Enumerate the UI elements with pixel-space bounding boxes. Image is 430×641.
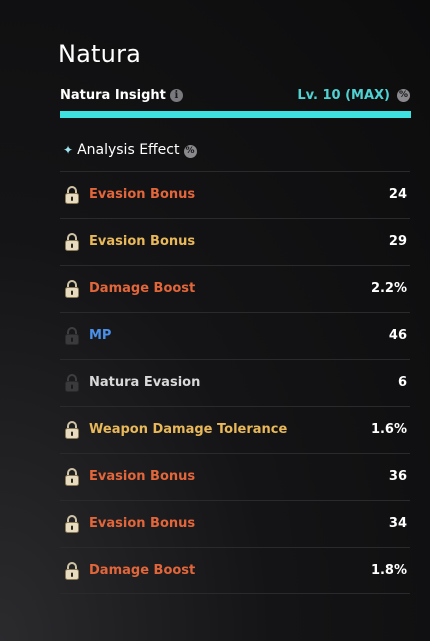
effect-label: Weapon Damage Tolerance [89, 422, 288, 437]
gold-lock-icon[interactable] [64, 186, 80, 204]
page-title: Natura [58, 40, 142, 68]
natura-insight-label: Natura Insight [60, 88, 166, 103]
gold-lock-icon[interactable] [64, 233, 80, 251]
percent-toggle-icon[interactable]: % [397, 89, 410, 102]
effect-value: 1.8% [370, 563, 407, 578]
insight-progress-fill [60, 111, 411, 118]
effect-value: 36 [388, 469, 407, 484]
percent-toggle-icon[interactable]: % [183, 145, 197, 158]
effect-list: Evasion Bonus 24 Evasion Bonus 29 Damage B… [60, 171, 410, 594]
effect-label: Natura Evasion [89, 375, 201, 390]
gold-lock-icon[interactable] [64, 421, 80, 439]
effect-value: 6 [397, 375, 407, 390]
natura-insight-row: Natura Insight i Lv. 10 (MAX) % [60, 86, 410, 106]
effect-row[interactable]: Evasion Bonus 36 [60, 453, 410, 500]
insight-level: Lv. 10 (MAX) [297, 88, 390, 103]
gold-lock-icon[interactable] [64, 468, 80, 486]
effect-label: Evasion Bonus [89, 234, 196, 249]
gray-lock-icon[interactable] [64, 327, 80, 345]
effect-value: 2.2% [370, 281, 407, 296]
effect-row[interactable]: Evasion Bonus 24 [60, 171, 410, 218]
analysis-effect-label: Analysis Effect [77, 142, 180, 158]
effect-label: Damage Boost [89, 563, 196, 578]
effect-label: Damage Boost [89, 281, 196, 296]
gray-lock-icon[interactable] [64, 374, 80, 392]
gold-lock-icon[interactable] [64, 562, 80, 580]
effect-value: 46 [388, 328, 407, 343]
effect-row[interactable]: Evasion Bonus 34 [60, 500, 410, 547]
effect-label: Evasion Bonus [89, 516, 196, 531]
effect-label: Evasion Bonus [89, 187, 196, 202]
effect-label: Evasion Bonus [89, 469, 196, 484]
effect-row[interactable]: Damage Boost 1.8% [60, 547, 410, 594]
effect-label: MP [89, 328, 112, 343]
effect-value: 29 [388, 234, 407, 249]
gold-lock-icon[interactable] [64, 280, 80, 298]
info-icon[interactable]: i [169, 89, 183, 102]
effect-value: 34 [388, 516, 407, 531]
effect-row[interactable]: Weapon Damage Tolerance 1.6% [60, 406, 410, 453]
sparkle-icon: ✦ [63, 143, 74, 157]
effect-row[interactable]: MP 46 [60, 312, 410, 359]
effect-value: 1.6% [370, 422, 407, 437]
effect-row[interactable]: Damage Boost 2.2% [60, 265, 410, 312]
gold-lock-icon[interactable] [64, 515, 80, 533]
effect-row[interactable]: Evasion Bonus 29 [60, 218, 410, 265]
insight-progress-bar [60, 111, 411, 118]
effect-row[interactable]: Natura Evasion 6 [60, 359, 410, 406]
effect-value: 24 [388, 187, 407, 202]
natura-insight-label-wrap: Natura Insight i [60, 88, 183, 103]
analysis-effect-header: ✦ Analysis Effect% [63, 142, 197, 162]
